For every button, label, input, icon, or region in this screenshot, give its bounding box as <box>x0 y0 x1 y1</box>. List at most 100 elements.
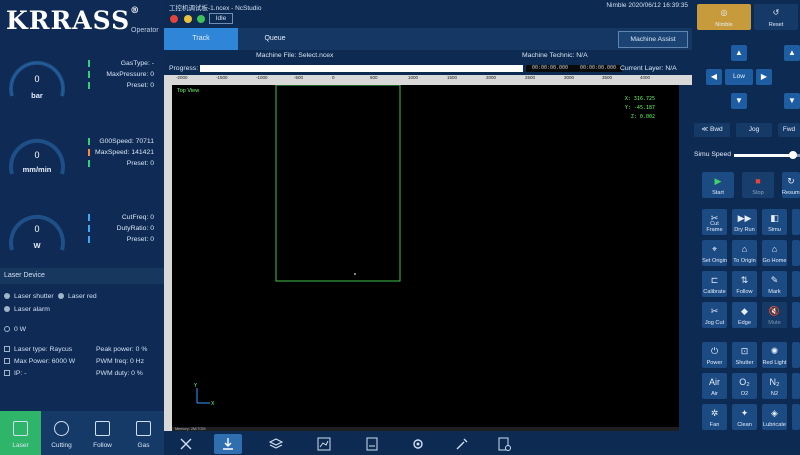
tab-gas[interactable]: Gas <box>123 411 164 455</box>
ruler-tick: 3000 <box>564 75 575 80</box>
chart-icon[interactable] <box>310 434 338 454</box>
grid-extra-button[interactable] <box>792 271 800 297</box>
o2-button[interactable]: O₂ O2 <box>732 373 757 399</box>
status-bar-icon <box>88 138 90 145</box>
cut-freq-row: CutFreq: 0 <box>74 212 154 223</box>
x-coord: X: 316.725 <box>624 96 655 102</box>
pressure-value: 0 <box>34 74 40 84</box>
tools-icon[interactable] <box>172 434 200 454</box>
edge-button[interactable]: ◆ Edge <box>732 302 757 328</box>
backward-button[interactable]: ≪ Bwd <box>694 123 730 137</box>
simu-speed-label: Simu Speed <box>694 151 732 158</box>
canvas-scrollbar[interactable] <box>679 85 692 427</box>
status-dot-icon <box>4 306 10 312</box>
document-icon[interactable] <box>358 434 386 454</box>
grid-extra-button[interactable] <box>792 240 800 266</box>
control-panel: ◎ Nimble ↺ Reset ▲ ◀ Low ▶ ▼ ▲ ▼ ≪ Bwd Jog… <box>692 0 800 455</box>
z-down-button[interactable]: ▼ <box>784 93 800 109</box>
stop-button[interactable]: ■ Stop <box>742 172 774 198</box>
o2-icon: O₂ <box>739 377 750 387</box>
settings-icon[interactable] <box>404 434 432 454</box>
simu-button[interactable]: ◧ Simu <box>762 209 787 235</box>
maximize-icon[interactable] <box>197 15 205 23</box>
main-area: 工控机调试板-1.ncex - NcStudio Nimble 2020/06/… <box>164 0 692 455</box>
jog-up-button[interactable]: ▲ <box>731 45 747 61</box>
tab-bar: Track Queue Machine Assist <box>164 28 692 50</box>
info-icon <box>4 346 10 352</box>
reset-button[interactable]: ↺ Reset <box>754 4 798 30</box>
power-button[interactable]: ⏻ Power <box>702 342 727 368</box>
jog-down-button[interactable]: ▼ <box>731 93 747 109</box>
cut-frame-button[interactable]: ✂ Cut Frame <box>702 209 727 235</box>
tab-laser[interactable]: Laser <box>0 411 41 455</box>
lubricate-button[interactable]: ◈ Lubricate <box>762 404 787 430</box>
jog-right-button[interactable]: ▶ <box>756 69 772 85</box>
red-light-button[interactable]: ✺ Red Light <box>762 342 787 368</box>
ruler-tick: 4000 <box>640 75 651 80</box>
forward-button[interactable]: Fwd <box>778 123 800 137</box>
status-bar-icon <box>88 71 90 78</box>
ruler-tick: -1500 <box>216 75 228 80</box>
track-icon[interactable] <box>214 434 242 454</box>
report-icon[interactable] <box>490 434 518 454</box>
set-origin-button[interactable]: ⌖ Set Origin <box>702 240 727 266</box>
speed-low-button[interactable]: Low <box>725 69 753 85</box>
jog-cut-button[interactable]: ✂ Jog Cut <box>702 302 727 328</box>
machine-file[interactable]: Machine File: Select.ncex <box>256 52 333 59</box>
grid-extra-button[interactable] <box>792 404 800 430</box>
bottom-toolbar <box>164 431 692 455</box>
resume-button[interactable]: ↻Resume <box>782 172 800 198</box>
follow-icon: ⇅ <box>740 275 749 285</box>
status-bar-icon <box>88 60 90 67</box>
simu-speed-slider[interactable] <box>734 151 800 159</box>
window-title: 工控机调试板-1.ncex - NcStudio <box>169 5 262 12</box>
status-bar-icon <box>88 149 90 156</box>
n2-button[interactable]: N₂ N2 <box>762 373 787 399</box>
brand-logo: KRRASS® <box>6 6 141 35</box>
clean-button[interactable]: ✦ Clean <box>732 404 757 430</box>
to-origin-button[interactable]: ⌂ To Origin <box>732 240 757 266</box>
tab-follow[interactable]: Follow <box>82 411 123 455</box>
speed-params: G00Speed: 70711 MaxSpeed: 141421 Preset:… <box>74 136 160 169</box>
start-button[interactable]: ▶ Start <box>702 172 734 198</box>
z-up-button[interactable]: ▲ <box>784 45 800 61</box>
mark-button[interactable]: ✎ Mark <box>762 271 787 297</box>
tab-queue[interactable]: Queue <box>238 28 312 50</box>
fan-icon: ✲ <box>710 408 719 418</box>
jog-left-button[interactable]: ◀ <box>706 69 722 85</box>
layers-icon[interactable] <box>262 434 290 454</box>
tab-track[interactable]: Track <box>164 28 238 50</box>
arrow-up-icon: ▲ <box>735 48 743 57</box>
track-canvas[interactable]: Top View Y X X: 316.725 Y: -45.187 Z: 0.… <box>172 85 679 427</box>
grid-extra-button[interactable] <box>792 373 800 399</box>
power-unit: W <box>33 241 41 250</box>
machine-assist-button[interactable]: Machine Assist <box>618 31 688 48</box>
simu-icon: ◧ <box>770 213 779 223</box>
laser-power-readout: 0 W <box>4 326 26 333</box>
air-button[interactable]: Air Air <box>702 373 727 399</box>
ruler-tick: 500 <box>370 75 378 80</box>
go-home-button[interactable]: ⌂ Go Home <box>762 240 787 266</box>
info-icon <box>4 358 10 364</box>
follow-button[interactable]: ⇅ Follow <box>732 271 757 297</box>
nimble-button[interactable]: ◎ Nimble <box>697 4 751 30</box>
minimize-icon[interactable] <box>184 15 192 23</box>
wrench-icon[interactable] <box>448 434 476 454</box>
grid-extra-button[interactable] <box>792 342 800 368</box>
close-icon[interactable] <box>170 15 178 23</box>
machine-technic: Machine Technic: N/A <box>522 52 588 59</box>
ruler-tick: -2000 <box>176 75 188 80</box>
calibrate-button[interactable]: ⊏ Calibrate <box>702 271 727 297</box>
mute-button[interactable]: 🔇 Mute <box>762 302 787 328</box>
gas-icon <box>136 421 151 436</box>
fan-button[interactable]: ✲ Fan <box>702 404 727 430</box>
ruler-tick: 2000 <box>486 75 497 80</box>
slider-thumb[interactable] <box>789 151 798 159</box>
grid-extra-button[interactable] <box>792 209 800 235</box>
shutter-button[interactable]: ⊡ Shutter <box>732 342 757 368</box>
dry-run-button[interactable]: ▶▶ Dry Run <box>732 209 757 235</box>
tab-cutting[interactable]: Cutting <box>41 411 82 455</box>
grid-extra-button[interactable] <box>792 302 800 328</box>
pressure-preset-row: Preset: 0 <box>74 80 154 91</box>
jog-mode-button[interactable]: Jog <box>736 123 772 137</box>
